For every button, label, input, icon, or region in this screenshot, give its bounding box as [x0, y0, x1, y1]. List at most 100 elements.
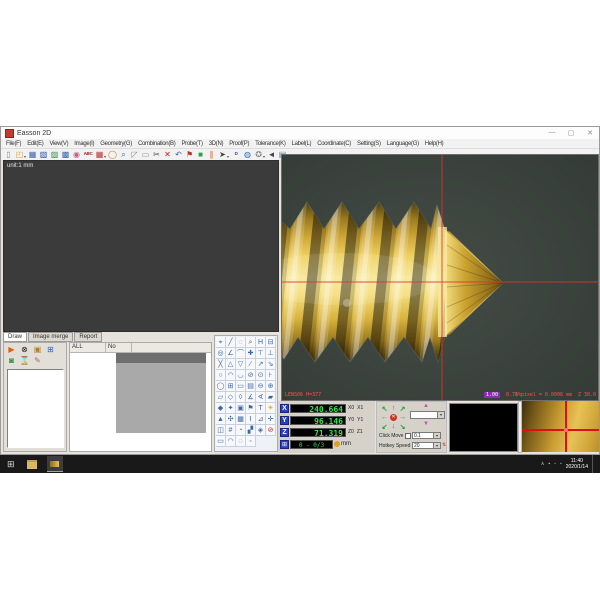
menu-item-setting[interactable]: Setting(S) [354, 141, 384, 147]
jog-down-icon[interactable]: ▼ [423, 421, 429, 427]
geometry-tool-button[interactable]: ◔ [236, 425, 246, 436]
geometry-tool-button[interactable]: ▣ [236, 403, 246, 414]
toolbar-abc-label-icon[interactable]: ABC [82, 149, 94, 160]
stage-stop-button[interactable]: ✕ [389, 413, 398, 422]
geometry-tool-button[interactable]: ▲ [216, 414, 226, 425]
feature-header-no[interactable]: No [106, 343, 132, 352]
stage-arrow-button[interactable]: ← [380, 413, 389, 422]
geometry-tool-button[interactable]: ⇘ [266, 359, 276, 370]
toolbar-camera-icon[interactable]: ◉ [71, 149, 82, 160]
geometry-tool-button[interactable]: ⌒ [236, 348, 246, 359]
toolbar-magnifier-icon[interactable]: ⌕ [118, 149, 129, 160]
menu-item-view[interactable]: View(V) [46, 141, 71, 147]
geometry-tool-button[interactable]: ▭ [236, 381, 246, 392]
hotkey-speed-combobox[interactable]: 20 ▾ [412, 442, 441, 449]
geometry-tool-button[interactable]: ⊿ [256, 414, 266, 425]
axis-lock-icon[interactable]: ⇅ [442, 443, 446, 448]
geometry-tool-button[interactable]: # [226, 425, 236, 436]
geometry-tool-button[interactable]: ◦ [246, 436, 256, 447]
stage-arrow-button[interactable]: ↘ [398, 422, 407, 431]
menu-item-file[interactable]: File(F) [3, 141, 24, 147]
geometry-tool-button[interactable]: ◊ [236, 392, 246, 403]
toolbar-delete-icon[interactable]: ✕ [162, 149, 173, 160]
jog-up-icon[interactable]: ▲ [423, 403, 429, 409]
tray-icon-3[interactable]: ▪ [560, 462, 562, 467]
geometry-tool-button[interactable]: ⊖ [256, 381, 266, 392]
click-move-checkbox[interactable] [405, 433, 411, 439]
menu-item-probe[interactable]: Probe(T) [178, 141, 205, 147]
stop-icon[interactable]: ⊗ [20, 345, 29, 354]
stage-arrow-button[interactable]: ↑ [389, 404, 398, 413]
geometry-tool-button[interactable]: ◠ [226, 370, 236, 381]
unit-toggle-icon[interactable] [334, 441, 340, 447]
geometry-tool-button[interactable]: ▱ [216, 392, 226, 403]
geometry-tool-button[interactable]: ⊞ [226, 381, 236, 392]
chevron-down-icon[interactable]: ▾ [433, 433, 440, 438]
toolbar-globe-icon[interactable]: ◍ [242, 149, 253, 160]
toolbar-circle-tool-icon[interactable]: ◯ [107, 149, 118, 160]
geometry-tool-button[interactable]: ✚ [246, 348, 256, 359]
geometry-tool-button[interactable]: ∕ [246, 359, 256, 370]
axis-preset-button[interactable]: Z1 [356, 429, 364, 435]
zoom-thumbnail[interactable] [522, 401, 599, 452]
maximize-button[interactable]: ▢ [566, 129, 576, 137]
close-button[interactable]: ✕ [585, 129, 595, 137]
dropdown-caret-icon[interactable]: ▾ [24, 154, 26, 159]
tab-image-merge[interactable]: Image merge [28, 332, 73, 342]
tray-icon-1[interactable]: ▪ [548, 462, 550, 467]
geometry-tool-button[interactable]: ◌ [236, 436, 246, 447]
menu-item-image[interactable]: Image(I) [71, 141, 97, 147]
camera-view[interactable]: LENS06 H=377 1.00 0.70% 1 pixel = 0.0006… [281, 154, 599, 401]
geometry-tool-button[interactable]: I [246, 414, 256, 425]
start-button[interactable]: ⊞ [7, 460, 15, 469]
toolbar-dictionary-icon[interactable]: D [230, 149, 242, 160]
geometry-tool-button[interactable]: ↗ [256, 359, 266, 370]
geometry-tool-button[interactable]: △ [226, 359, 236, 370]
toolbar-green-square-icon[interactable]: ■ [195, 149, 206, 160]
file-explorer-button[interactable] [27, 460, 37, 469]
axis-y-button[interactable]: Y [280, 416, 289, 425]
stage-arrow-button[interactable]: ↙ [380, 422, 389, 431]
menu-item-help[interactable]: Help(H) [422, 141, 447, 147]
menu-item-label[interactable]: Label(L) [289, 141, 315, 147]
unit-readout[interactable]: mm [341, 441, 351, 447]
menu-item-language[interactable]: Language(G) [384, 141, 422, 147]
coordinate-mode-icon[interactable]: ⊞ [280, 440, 289, 449]
geometry-tool-button[interactable]: ∢ [256, 392, 266, 403]
tray-icon-2[interactable]: ▪ [554, 462, 556, 467]
geometry-tool-button[interactable]: ✣ [226, 414, 236, 425]
stage-arrow-button[interactable]: → [398, 413, 407, 422]
axis-preset-button[interactable]: X1 [356, 405, 364, 411]
geometry-tool-button[interactable]: ∠ [226, 348, 236, 359]
toolbar-new-icon[interactable]: ▯ [3, 149, 14, 160]
menu-item-geometry[interactable]: Geometry(G) [97, 141, 135, 147]
taskbar-app-button[interactable] [47, 456, 63, 472]
geometry-tool-button[interactable]: ◈ [256, 425, 266, 436]
geometry-tool-button[interactable]: ○ [216, 370, 226, 381]
stage-arrow-button[interactable]: ↗ [398, 404, 407, 413]
geometry-tool-button[interactable]: ◯ [216, 381, 226, 392]
snapshot-icon[interactable]: ▣ [33, 345, 42, 354]
chevron-down-icon[interactable]: ▾ [433, 443, 440, 448]
axis-zero-button[interactable]: Y0 [347, 417, 355, 423]
menu-item-tolerance[interactable]: Tolerance(K) [252, 141, 288, 147]
geometry-tool-button[interactable]: ◡ [236, 370, 246, 381]
toolbar-ruler-icon[interactable]: ∥ [206, 149, 217, 160]
feature-selected-row[interactable] [116, 353, 206, 363]
toolbar-save-icon[interactable]: ▦ [27, 149, 38, 160]
dropdown-caret-icon[interactable]: ▾ [104, 154, 106, 159]
geometry-tool-button[interactable]: ▭ [216, 436, 226, 447]
chevron-down-icon[interactable]: ▾ [437, 412, 444, 418]
toolbar-probe-corner-icon[interactable]: ◸ [129, 149, 140, 160]
toolbar-image-green-icon[interactable]: ▨ [49, 149, 60, 160]
tab-report[interactable]: Report [74, 332, 102, 342]
axis-zero-button[interactable]: X0 [347, 405, 355, 411]
geometry-tool-button[interactable]: ╳ [216, 359, 226, 370]
stage-arrow-button[interactable]: ↓ [389, 422, 398, 431]
geometry-tool-button[interactable]: ▰ [266, 392, 276, 403]
geometry-tool-button[interactable]: ⊤ [256, 348, 266, 359]
geometry-tool-button[interactable]: ⚑ [246, 403, 256, 414]
geometry-tool-button[interactable]: ◫ [216, 425, 226, 436]
geometry-tool-button[interactable]: ◌ [236, 337, 246, 348]
minimize-button[interactable]: — [547, 129, 557, 137]
